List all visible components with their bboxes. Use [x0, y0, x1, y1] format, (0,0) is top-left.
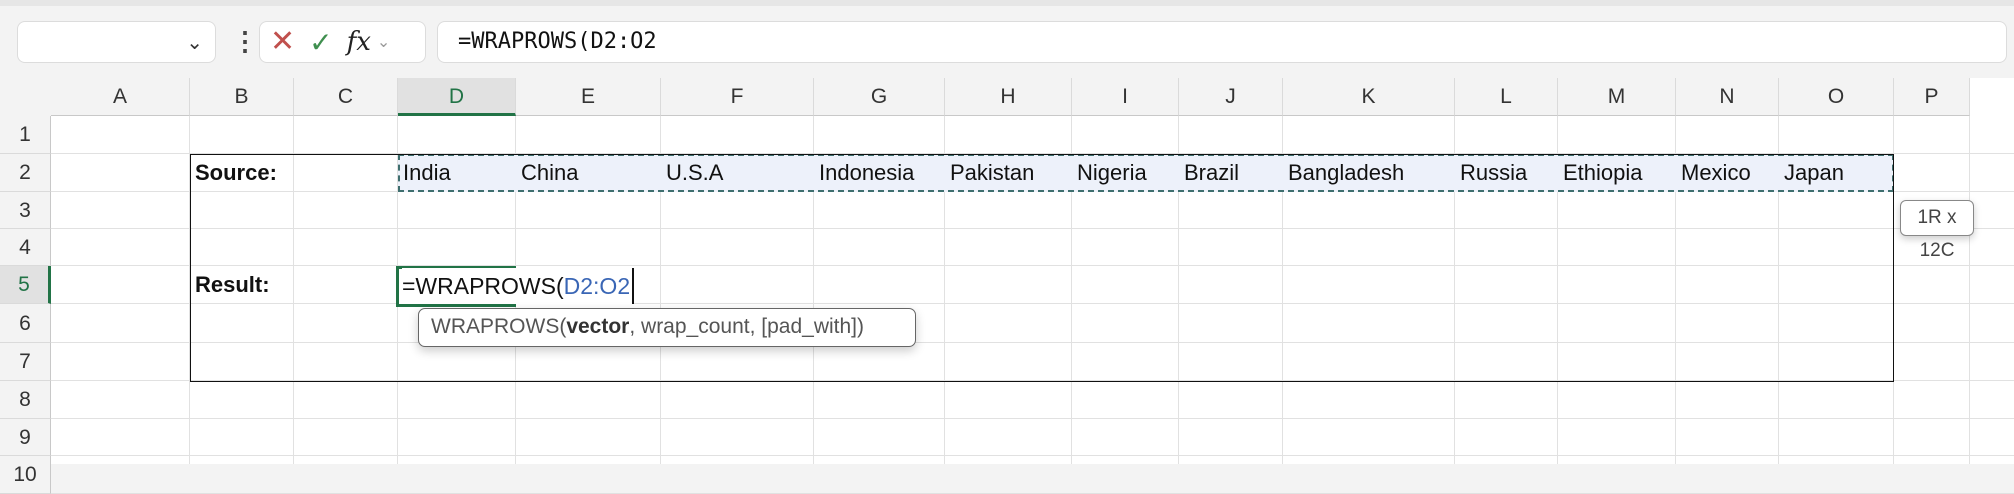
cell-O2[interactable]: Japan	[1779, 154, 1844, 192]
row-header-9[interactable]: 9	[0, 419, 51, 456]
column-header-H[interactable]: H	[945, 78, 1072, 116]
column-header-F[interactable]: F	[661, 78, 814, 116]
cell-J2[interactable]: Brazil	[1179, 154, 1239, 192]
column-header-J[interactable]: J	[1179, 78, 1283, 116]
gridline	[1969, 116, 1970, 464]
column-header-E[interactable]: E	[516, 78, 661, 116]
column-header-L[interactable]: L	[1455, 78, 1558, 116]
chevron-down-icon[interactable]: ⌄	[377, 32, 390, 52]
column-header-G[interactable]: G	[814, 78, 945, 116]
range-size-tooltip: 1R x 12C	[1900, 200, 1974, 261]
cell-F2[interactable]: U.S.A	[661, 154, 723, 192]
cancel-icon[interactable]: ✕	[270, 27, 295, 57]
insert-function-icon[interactable]: fx	[347, 27, 371, 57]
function-tooltip: WRAPROWS(vector, wrap_count, [pad_with])	[418, 308, 916, 347]
cell-B5[interactable]: Result:	[190, 266, 270, 304]
cell-N2[interactable]: Mexico	[1676, 154, 1751, 192]
row-header-5[interactable]: 5	[0, 266, 51, 304]
cell-I2[interactable]: Nigeria	[1072, 154, 1147, 192]
row-header-4[interactable]: 4	[0, 229, 51, 266]
select-all-corner[interactable]	[0, 78, 51, 116]
more-options-icon[interactable]: ⋮	[232, 22, 258, 60]
column-header-B[interactable]: B	[190, 78, 294, 116]
name-box[interactable]: ⌄	[17, 21, 216, 63]
column-header-P[interactable]: P	[1894, 78, 1970, 116]
gridline	[51, 455, 2014, 456]
column-header-A[interactable]: A	[51, 78, 190, 116]
row-header-2[interactable]: 2	[0, 154, 51, 192]
cell-B2[interactable]: Source:	[190, 154, 277, 192]
cell-edit-text[interactable]: =WRAPROWS(D2:O2	[402, 268, 635, 304]
cell-M2[interactable]: Ethiopia	[1558, 154, 1643, 192]
column-header-D[interactable]: D	[398, 78, 516, 116]
cell-G2[interactable]: Indonesia	[814, 154, 914, 192]
formula-input[interactable]: =WRAPROWS(D2:O2	[437, 21, 2007, 63]
column-header-O[interactable]: O	[1779, 78, 1894, 116]
column-header-M[interactable]: M	[1558, 78, 1676, 116]
gridline	[51, 418, 2014, 419]
cell-H2[interactable]: Pakistan	[945, 154, 1034, 192]
row-header-3[interactable]: 3	[0, 192, 51, 229]
tooltip-function[interactable]: WRAPROWS(	[431, 315, 566, 338]
cell-E2[interactable]: China	[516, 154, 578, 192]
row-header-7[interactable]: 7	[0, 343, 51, 381]
ribbon-edge	[0, 0, 2014, 6]
cell-L2[interactable]: Russia	[1455, 154, 1527, 192]
row-header-6[interactable]: 6	[0, 304, 51, 343]
formula-prefix: =WRAPROWS(	[402, 273, 564, 299]
row-header-1[interactable]: 1	[0, 116, 51, 154]
check-icon[interactable]: ✓	[309, 26, 332, 59]
column-header-N[interactable]: N	[1676, 78, 1779, 116]
cell-K2[interactable]: Bangladesh	[1283, 154, 1404, 192]
range-reference: D2:O2	[563, 273, 631, 299]
formula-controls: ✕ ✓ fx ⌄	[259, 21, 426, 63]
spreadsheet-grid[interactable]: A B C D E F G H I J K L M N O P 1 2 3 4 5 6 7 8 9 10 Source: Result…	[0, 78, 2014, 494]
chevron-down-icon[interactable]: ⌄	[186, 30, 203, 55]
row-header-8[interactable]: 8	[0, 381, 51, 419]
cell-D2[interactable]: India	[398, 154, 451, 192]
column-header-C[interactable]: C	[294, 78, 398, 116]
column-header-K[interactable]: K	[1283, 78, 1455, 116]
column-header-I[interactable]: I	[1072, 78, 1179, 116]
tooltip-args: , wrap_count, [pad_with])	[629, 315, 864, 338]
tooltip-current-arg[interactable]: vector	[566, 315, 629, 338]
row-header-10[interactable]: 10	[0, 456, 51, 494]
